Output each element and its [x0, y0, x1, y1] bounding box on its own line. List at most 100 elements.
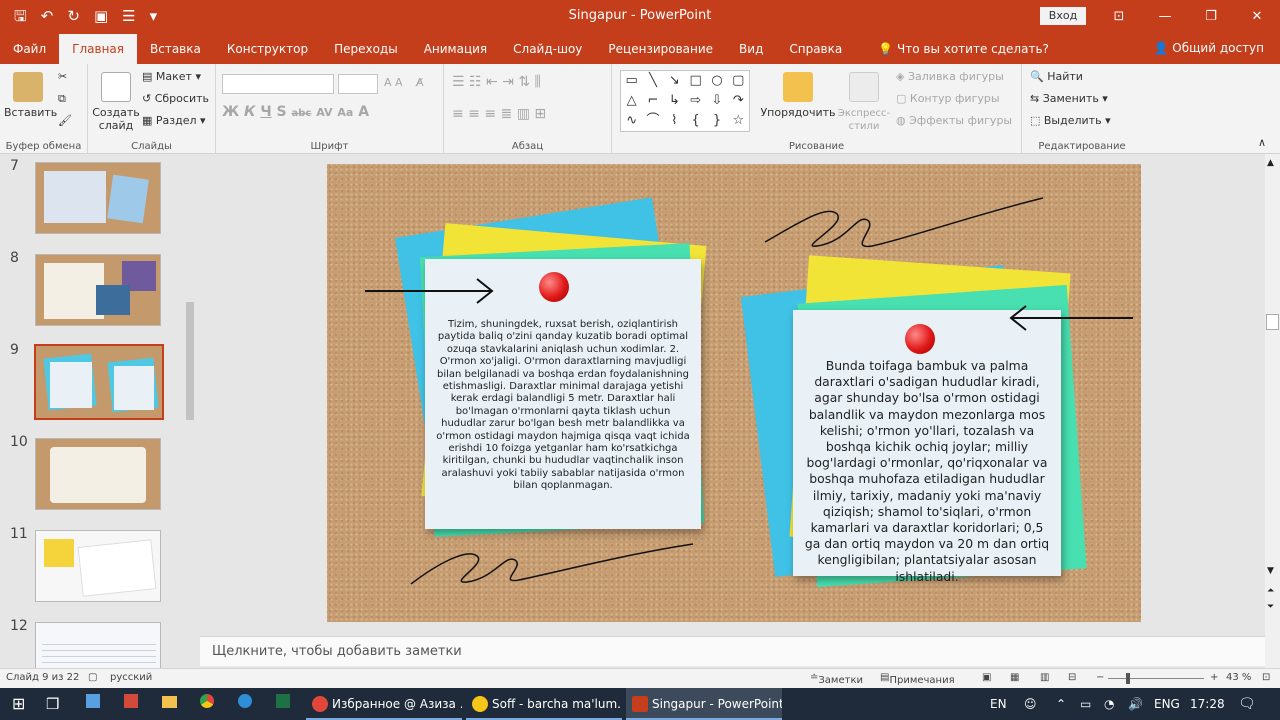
customize-qat-icon[interactable]: ▾	[150, 8, 158, 24]
oval-shape-icon[interactable]: ○	[706, 71, 727, 91]
elbow-arrow-shape-icon[interactable]: ↳	[664, 91, 685, 111]
zoom-slider-thumb[interactable]	[1126, 673, 1130, 684]
taskbar-lang[interactable]: ENG	[1154, 688, 1180, 720]
grow-font-icon[interactable]: A A	[384, 76, 403, 89]
volume-icon[interactable]: 🔊	[1128, 688, 1143, 720]
taskbar-app-yandex[interactable]: Soff - barcha ma'lum...	[466, 688, 622, 720]
save-icon[interactable]: 🖫	[14, 8, 27, 24]
notes-toggle[interactable]: ≐ Заметки	[810, 672, 863, 686]
slide-scroll-thumb[interactable]	[1266, 314, 1279, 330]
star-shape-icon[interactable]: ☆	[728, 111, 749, 131]
thumbnail-slide-8[interactable]: 8	[0, 246, 180, 326]
fit-to-window-icon[interactable]: ⊡	[1262, 672, 1270, 683]
tab-transitions[interactable]: Переходы	[321, 32, 411, 64]
edge-icon[interactable]	[238, 688, 252, 720]
tab-insert[interactable]: Вставка	[137, 32, 214, 64]
clear-format-icon[interactable]: A̸	[416, 76, 424, 89]
rectangle-shape-icon[interactable]: □	[685, 71, 706, 91]
shapes-gallery[interactable]: ▭ ╲ ↘ □ ○ ▢ △ ⌐ ↳ ⇨ ⇩ ↷ ∿ ⌒ ⌇{} ☆	[620, 70, 750, 132]
taskbar-app-browser[interactable]: Избранное @ Азиза ...	[306, 688, 462, 720]
zoom-level[interactable]: 43 %	[1226, 672, 1251, 683]
shape-effects-button[interactable]: ◍ Эффекты фигуры	[896, 114, 1012, 127]
tell-me-search[interactable]: 💡 Что вы хотите сделать?	[865, 32, 1062, 64]
quick-styles-button[interactable]: Экспресс-стили	[836, 72, 892, 132]
replace-button[interactable]: ⇆ Заменить ▾	[1030, 92, 1108, 105]
slideshow-start-icon[interactable]: ▣	[94, 8, 108, 24]
elbow-shape-icon[interactable]: ⌐	[642, 91, 663, 111]
spacing-button[interactable]: AV	[316, 106, 332, 119]
rotate-shape-icon[interactable]: ↷	[728, 91, 749, 111]
freeform-shape-icon[interactable]: ⌇	[664, 111, 685, 131]
restore-icon[interactable]: ❐	[1188, 0, 1234, 32]
paste-button[interactable]: Вставить	[4, 72, 57, 119]
taskbar-app-powerpoint[interactable]: Singapur - PowerPoint	[626, 688, 782, 720]
notifications-icon[interactable]: 🗨	[1238, 688, 1256, 720]
select-button[interactable]: ⬚ Выделить ▾	[1030, 114, 1111, 127]
strike-button[interactable]: abc	[292, 108, 312, 119]
tab-home[interactable]: Главная	[59, 34, 137, 64]
copy-icon[interactable]: ⧉	[58, 92, 66, 106]
excel-icon[interactable]	[276, 688, 290, 720]
thumbnail-slide-7[interactable]: 7	[0, 154, 180, 234]
tab-design[interactable]: Конструктор	[214, 32, 321, 64]
thumbnail-slide-9[interactable]: 9	[0, 338, 180, 420]
arrange-button[interactable]: Упорядочить	[760, 72, 836, 119]
tray-expand-icon[interactable]: ⌃	[1056, 688, 1066, 720]
align-icons[interactable]: ≡ ≡ ≡ ≣ ▥ ⊞	[452, 106, 546, 122]
curve-shape-icon[interactable]: ∿	[621, 111, 642, 131]
textbox-shape-icon[interactable]: ▭	[621, 71, 642, 91]
tab-animations[interactable]: Анимация	[411, 32, 500, 64]
task-view-icon[interactable]: ❒	[46, 688, 59, 720]
triangle-shape-icon[interactable]: △	[621, 91, 642, 111]
italic-button[interactable]: К	[244, 104, 255, 120]
previous-slide-icon[interactable]: ⏶	[1267, 586, 1274, 596]
tab-help[interactable]: Справка	[776, 32, 855, 64]
minimize-icon[interactable]: —	[1142, 0, 1188, 32]
tab-file[interactable]: Файл	[0, 32, 59, 64]
signin-button[interactable]: Вход	[1040, 7, 1086, 25]
next-slide-icon[interactable]: ⏷	[1267, 602, 1274, 612]
comments-toggle[interactable]: ▤ Примечания	[880, 672, 955, 686]
down-arrow-shape-icon[interactable]: ⇩	[706, 91, 727, 111]
battery-icon[interactable]: ▭	[1080, 688, 1091, 720]
font-color-icon[interactable]: A	[358, 104, 369, 120]
thumbnails-scrollbar[interactable]	[183, 154, 197, 668]
line-shape-icon[interactable]: ╲	[642, 71, 663, 91]
zoom-slider[interactable]	[1108, 678, 1204, 679]
tab-slideshow[interactable]: Слайд-шоу	[500, 32, 595, 64]
scroll-up-icon[interactable]: ▲	[1267, 158, 1274, 168]
find-button[interactable]: 🔍 Найти	[1030, 70, 1083, 83]
scroll-down-icon[interactable]: ▼	[1267, 566, 1274, 576]
slideshow-view-icon[interactable]: ⊟	[1068, 672, 1076, 683]
arrow-line-shape-icon[interactable]: ↘	[664, 71, 685, 91]
windows-start-icon[interactable]: ⊞	[12, 688, 25, 720]
zoom-in-icon[interactable]: +	[1210, 672, 1218, 683]
file-explorer-icon[interactable]	[162, 688, 177, 720]
section-button[interactable]: ▦ Раздел ▾	[142, 114, 206, 127]
right-arrow-shape-icon[interactable]: ⇨	[685, 91, 706, 111]
shape-fill-button[interactable]: ◈ Заливка фигуры	[896, 70, 1004, 83]
redo-icon[interactable]: ↻	[67, 8, 80, 24]
normal-view-icon[interactable]: ▣	[982, 672, 991, 683]
arc-shape-icon[interactable]: ⌒	[642, 111, 663, 131]
tab-view[interactable]: Вид	[726, 32, 776, 64]
thumbnail-slide-11[interactable]: 11	[0, 522, 180, 602]
collapse-ribbon-icon[interactable]: ∧	[1258, 136, 1266, 149]
notes-pane[interactable]: Щелкните, чтобы добавить заметки	[200, 636, 1265, 666]
cut-icon[interactable]: ✂	[58, 70, 67, 83]
taskbar-pin-icon-2[interactable]	[124, 688, 138, 720]
taskbar-clock[interactable]: 17:28	[1190, 688, 1225, 720]
rounded-rect-shape-icon[interactable]: ▢	[728, 71, 749, 91]
layout-button[interactable]: ▤ Макет ▾	[142, 70, 201, 83]
taskbar-pin-icon-1[interactable]	[86, 688, 100, 720]
people-icon[interactable]: ☺	[1024, 688, 1037, 720]
ribbon-display-options-icon[interactable]: ⊡	[1096, 0, 1142, 32]
new-slide-button[interactable]: Создать слайд	[92, 72, 140, 132]
tab-review[interactable]: Рецензирование	[595, 32, 726, 64]
font-size-input[interactable]	[338, 74, 378, 94]
undo-icon[interactable]: ↶	[41, 8, 54, 24]
shadow-button[interactable]: S	[277, 104, 287, 120]
chrome-icon[interactable]	[200, 688, 214, 720]
thumbnails-scroll-thumb[interactable]	[186, 302, 194, 420]
font-name-input[interactable]	[222, 74, 334, 94]
